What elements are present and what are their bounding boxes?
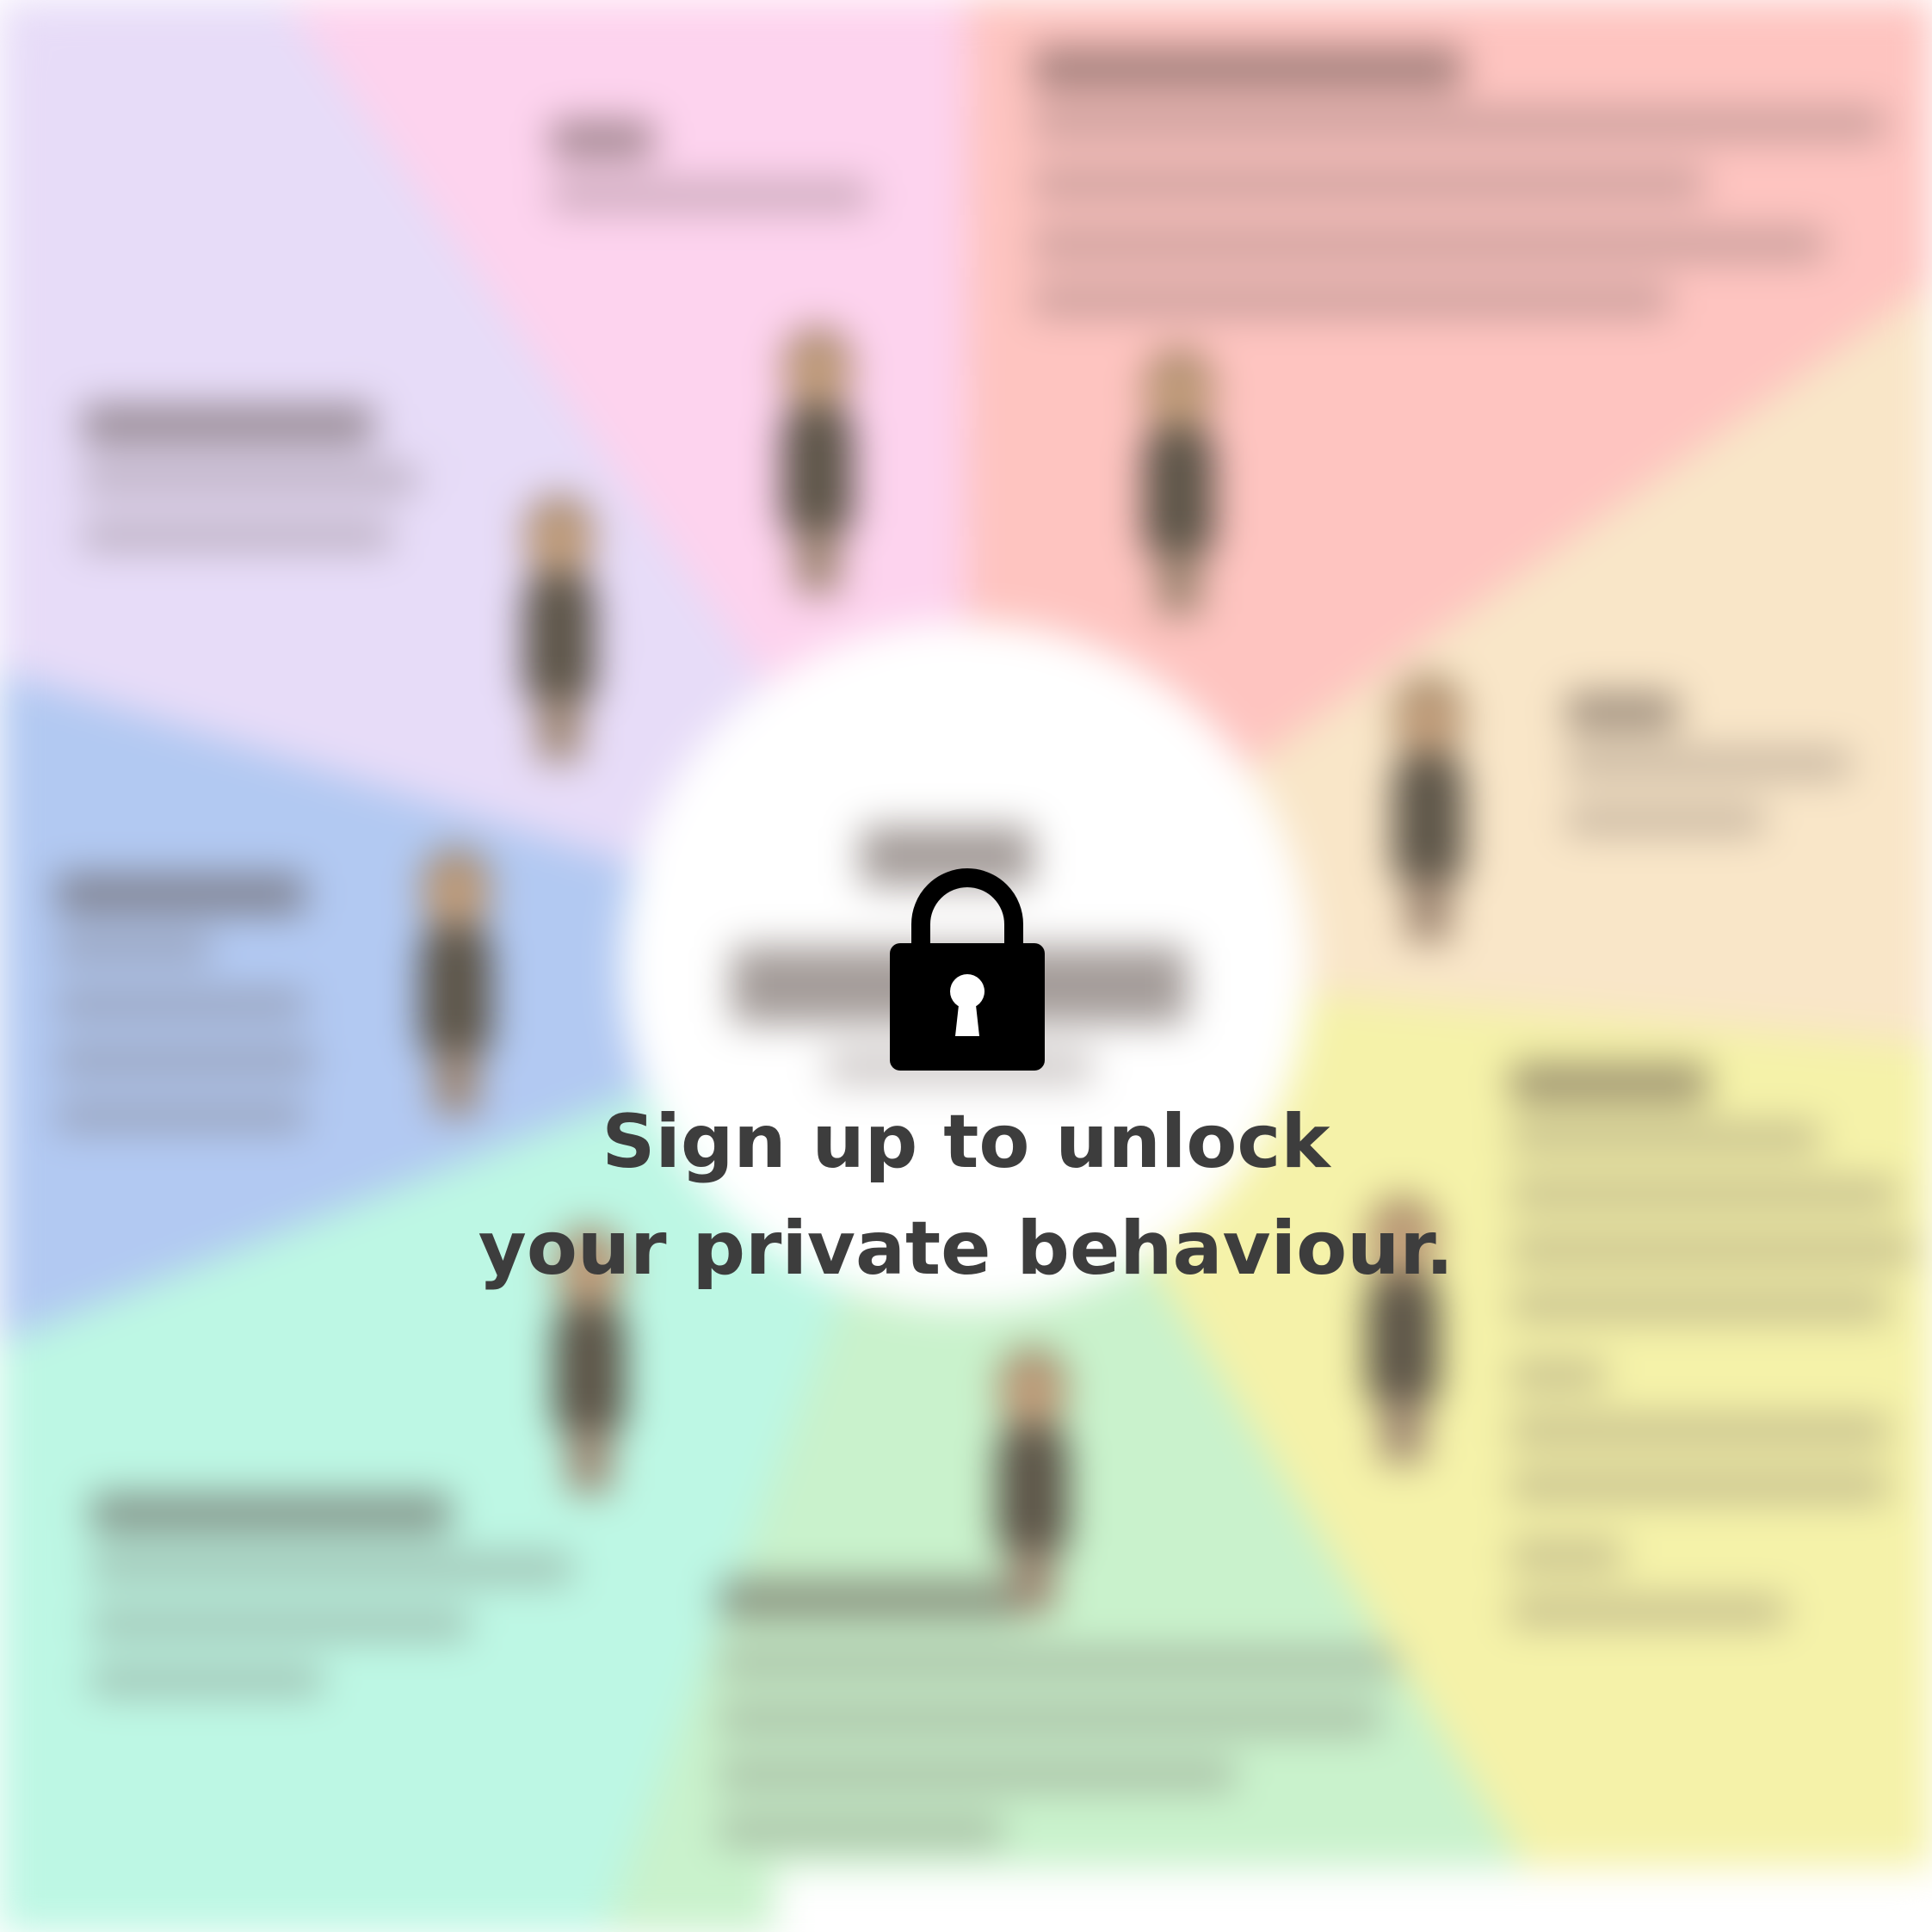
wedge-text — [90, 1553, 572, 1583]
wedge-text — [1510, 1360, 1605, 1390]
wedge-text — [1033, 228, 1824, 261]
wedge-text — [82, 465, 417, 495]
wedge-heading — [56, 873, 306, 915]
wedge-text — [82, 521, 392, 551]
unlock-message-line-2: your private behaviour. — [478, 1206, 1454, 1292]
wedge-heading — [1566, 693, 1678, 731]
unlock-message-line-1: Sign up to unlock — [602, 1099, 1330, 1185]
unlock-message: Sign up to unlock your private behaviour… — [0, 1089, 1932, 1302]
wedge-text — [719, 1760, 1235, 1790]
wedge-text — [1510, 1472, 1889, 1502]
wedge-text — [56, 990, 306, 1020]
wedge-text — [719, 1648, 1398, 1678]
wedge-text — [1510, 1540, 1622, 1571]
wedge-heading — [1033, 47, 1463, 90]
wedge-text — [719, 1704, 1381, 1734]
wedge-text — [90, 1609, 469, 1639]
wedge-text — [90, 1665, 323, 1695]
padlock-icon — [890, 864, 1045, 1071]
wedge-heading — [551, 120, 654, 159]
wedge-text — [1033, 108, 1885, 140]
wedge-text — [1510, 1596, 1786, 1626]
wedge-text — [1566, 749, 1850, 779]
wedge-text — [1033, 168, 1704, 201]
wedge-text — [1510, 1416, 1889, 1446]
wedge-heading — [719, 1579, 1020, 1620]
wedge-text — [1566, 805, 1764, 835]
wedge-text — [56, 934, 211, 964]
wedge-text — [719, 1816, 1003, 1846]
white-frame-bottom — [775, 1867, 1932, 1932]
locked-preview-screen: Sign up to unlock your private behaviour… — [0, 0, 1932, 1932]
wedge-text — [551, 181, 869, 211]
wedge-heading — [90, 1493, 452, 1534]
wedge-text — [1033, 284, 1670, 317]
wedge-text — [56, 1046, 314, 1076]
wedge-heading — [82, 404, 374, 446]
